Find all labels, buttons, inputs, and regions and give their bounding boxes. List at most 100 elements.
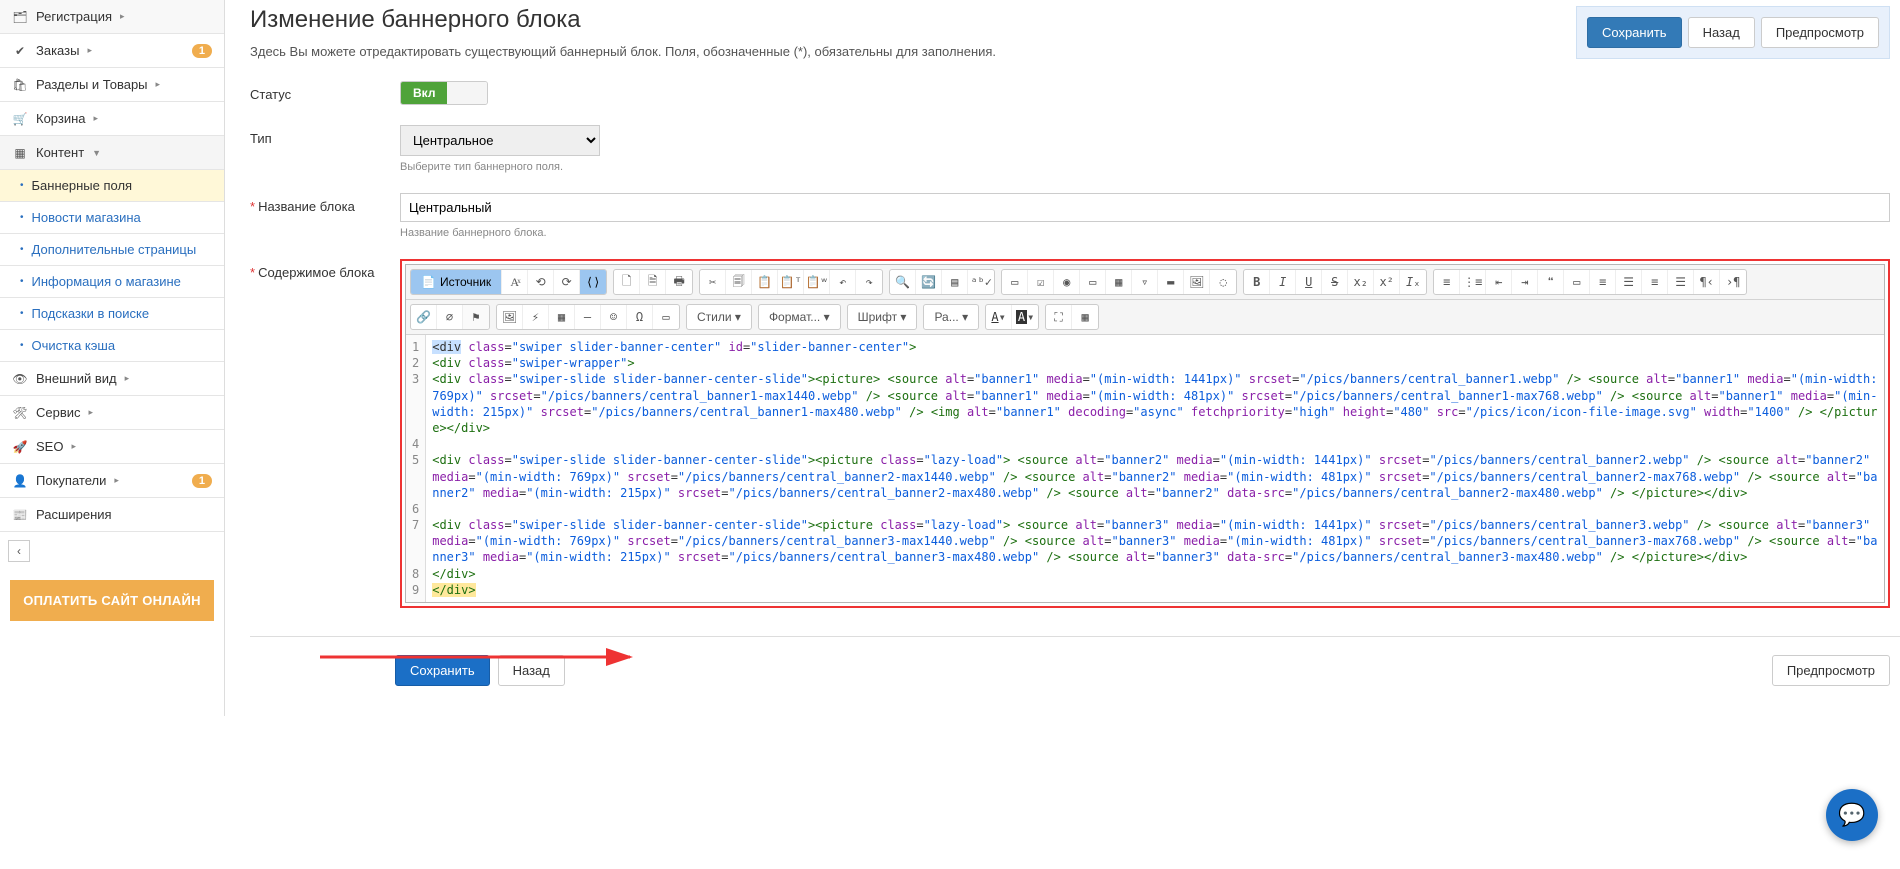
bg-color-icon[interactable]: A▾ — [1012, 305, 1038, 329]
nav-label: Сервис — [36, 405, 81, 420]
nav-item-5[interactable]: 👁 Внешний вид ▸ — [0, 362, 224, 396]
align-right-icon[interactable]: ≡ — [1642, 270, 1668, 294]
checkbox-icon[interactable]: ☑ — [1028, 270, 1054, 294]
bold-icon[interactable]: B — [1244, 270, 1270, 294]
pay-online-button[interactable]: ОПЛАТИТЬ САЙТ ОНЛАЙН — [10, 580, 214, 621]
flash-icon[interactable]: ⚡ — [523, 305, 549, 329]
nav-item-2[interactable]: 🛍 Разделы и Товары ▸ — [0, 68, 224, 102]
unlink-icon[interactable]: ⌀ — [437, 305, 463, 329]
copy-icon[interactable]: 🗐 — [726, 270, 752, 294]
undo-icon[interactable]: ↶ — [830, 270, 856, 294]
format-dropdown[interactable]: Формат... ▾ — [759, 305, 840, 329]
caret-right-icon: ▸ — [114, 475, 119, 486]
align-justify-icon[interactable]: ☰ — [1668, 270, 1694, 294]
radio-icon[interactable]: ◉ — [1054, 270, 1080, 294]
show-blocks-icon[interactable]: ▦ — [1072, 305, 1098, 329]
preview-button-top[interactable]: Предпросмотр — [1761, 17, 1879, 48]
rtl-icon[interactable]: ›¶ — [1720, 270, 1746, 294]
subscript-icon[interactable]: x₂ — [1348, 270, 1374, 294]
source-code-area[interactable]: 123456789 <div class="swiper slider-bann… — [406, 335, 1884, 602]
cut-icon[interactable]: ✂ — [700, 270, 726, 294]
paste-word-icon[interactable]: 📋ʷ — [804, 270, 830, 294]
table-icon[interactable]: ▦ — [549, 305, 575, 329]
nav-item-6[interactable]: 🛠 Сервис ▸ — [0, 396, 224, 430]
special-char-icon[interactable]: Ω — [627, 305, 653, 329]
link-icon[interactable]: 🔗 — [411, 305, 437, 329]
strike-icon[interactable]: S — [1322, 270, 1348, 294]
save-button-top[interactable]: Сохранить — [1587, 17, 1682, 48]
iframe-icon[interactable]: ▭ — [653, 305, 679, 329]
smiley-icon[interactable]: ☺ — [601, 305, 627, 329]
size-dropdown[interactable]: Ра... ▾ — [924, 305, 978, 329]
preview-icon[interactable]: 🗎 — [640, 270, 666, 294]
italic-icon[interactable]: I — [1270, 270, 1296, 294]
clear-format-icon[interactable]: Aͯ — [502, 270, 528, 294]
hr-icon[interactable]: — — [575, 305, 601, 329]
nav-item-1[interactable]: ✔ Заказы ▸ 1 — [0, 34, 224, 68]
spellcheck-icon[interactable]: ᵃᵇ✓ — [968, 270, 994, 294]
toggle-off-handle — [447, 82, 487, 104]
code-view-icon[interactable]: ⟨⟩ — [580, 270, 606, 294]
sidebar-sub-item-3[interactable]: Информация о магазине — [0, 266, 224, 298]
nav-item-4[interactable]: ▦ Контент ▼ — [0, 136, 224, 170]
top-action-bar: Сохранить Назад Предпросмотр — [1576, 6, 1890, 59]
superscript-icon[interactable]: x² — [1374, 270, 1400, 294]
save-button-bottom[interactable]: Сохранить — [395, 655, 490, 686]
name-input[interactable] — [400, 193, 1890, 222]
bullet-list-icon[interactable]: ⋮≡ — [1460, 270, 1486, 294]
sidebar-sub-item-5[interactable]: Очистка кэша — [0, 330, 224, 362]
font-dropdown[interactable]: Шрифт ▾ — [848, 305, 917, 329]
sidebar-sub-item-4[interactable]: Подсказки в поиске — [0, 298, 224, 330]
textarea-icon[interactable]: ▦ — [1106, 270, 1132, 294]
text-field-icon[interactable]: ▭ — [1080, 270, 1106, 294]
preview-button-bottom[interactable]: Предпросмотр — [1772, 655, 1890, 686]
text-color-icon[interactable]: A▾ — [986, 305, 1012, 329]
div-icon[interactable]: ▭ — [1564, 270, 1590, 294]
back-button-bottom[interactable]: Назад — [498, 655, 565, 686]
form-icon[interactable]: ▭ — [1002, 270, 1028, 294]
outdent-icon[interactable]: ⇤ — [1486, 270, 1512, 294]
underline-icon[interactable]: U — [1296, 270, 1322, 294]
maximize-icon[interactable]: ⛶ — [1046, 305, 1072, 329]
nav-item-9[interactable]: 📰 Расширения — [0, 498, 224, 532]
anchor-icon[interactable]: ⚑ — [463, 305, 489, 329]
nav-item-0[interactable]: 🗂 Регистрация ▸ — [0, 0, 224, 34]
sidebar-sub-item-1[interactable]: Новости магазина — [0, 202, 224, 234]
styles-dropdown[interactable]: Стили ▾ — [687, 305, 751, 329]
numbered-list-icon[interactable]: ≡ — [1434, 270, 1460, 294]
redo-icon[interactable]: ↷ — [856, 270, 882, 294]
collapse-sidebar-button[interactable]: ‹ — [8, 540, 30, 562]
sidebar-sub-item-0[interactable]: Баннерные поля — [0, 170, 224, 202]
source-button[interactable]: 📄Источник — [411, 270, 502, 294]
sidebar: 🗂 Регистрация ▸ ✔ Заказы ▸ 1🛍 Разделы и … — [0, 0, 225, 716]
ltr-icon[interactable]: ¶‹ — [1694, 270, 1720, 294]
new-doc-icon[interactable]: 🗋 — [614, 270, 640, 294]
type-select[interactable]: Центральное — [400, 125, 600, 156]
select-all-icon[interactable]: ▤ — [942, 270, 968, 294]
button-icon[interactable]: ▬ — [1158, 270, 1184, 294]
sidebar-sub-item-2[interactable]: Дополнительные страницы — [0, 234, 224, 266]
find-icon[interactable]: 🔍 — [890, 270, 916, 294]
select-field-icon[interactable]: ▿ — [1132, 270, 1158, 294]
align-left-icon[interactable]: ≡ — [1590, 270, 1616, 294]
nav-item-8[interactable]: 👤 Покупатели ▸ 1 — [0, 464, 224, 498]
redo-format-icon[interactable]: ⟳ — [554, 270, 580, 294]
replace-icon[interactable]: 🔄 — [916, 270, 942, 294]
undo-format-icon[interactable]: ⟲ — [528, 270, 554, 294]
remove-format-icon[interactable]: Iₓ — [1400, 270, 1426, 294]
nav-item-3[interactable]: 🛒 Корзина ▸ — [0, 102, 224, 136]
image-icon[interactable]: 🖼 — [497, 305, 523, 329]
paste-icon[interactable]: 📋 — [752, 270, 778, 294]
back-button-top[interactable]: Назад — [1688, 17, 1755, 48]
print-icon[interactable]: 🖶 — [666, 270, 692, 294]
paste-text-icon[interactable]: 📋ᵀ — [778, 270, 804, 294]
image-button-icon[interactable]: 🖼 — [1184, 270, 1210, 294]
sub-item-label: Новости магазина — [32, 210, 141, 225]
status-toggle[interactable]: Вкл — [400, 81, 488, 105]
indent-icon[interactable]: ⇥ — [1512, 270, 1538, 294]
chat-widget-button[interactable]: 💬 — [1826, 789, 1878, 841]
blockquote-icon[interactable]: ❝ — [1538, 270, 1564, 294]
hidden-field-icon[interactable]: ◌ — [1210, 270, 1236, 294]
nav-item-7[interactable]: 🚀 SEO ▸ — [0, 430, 224, 464]
align-center-icon[interactable]: ☰ — [1616, 270, 1642, 294]
